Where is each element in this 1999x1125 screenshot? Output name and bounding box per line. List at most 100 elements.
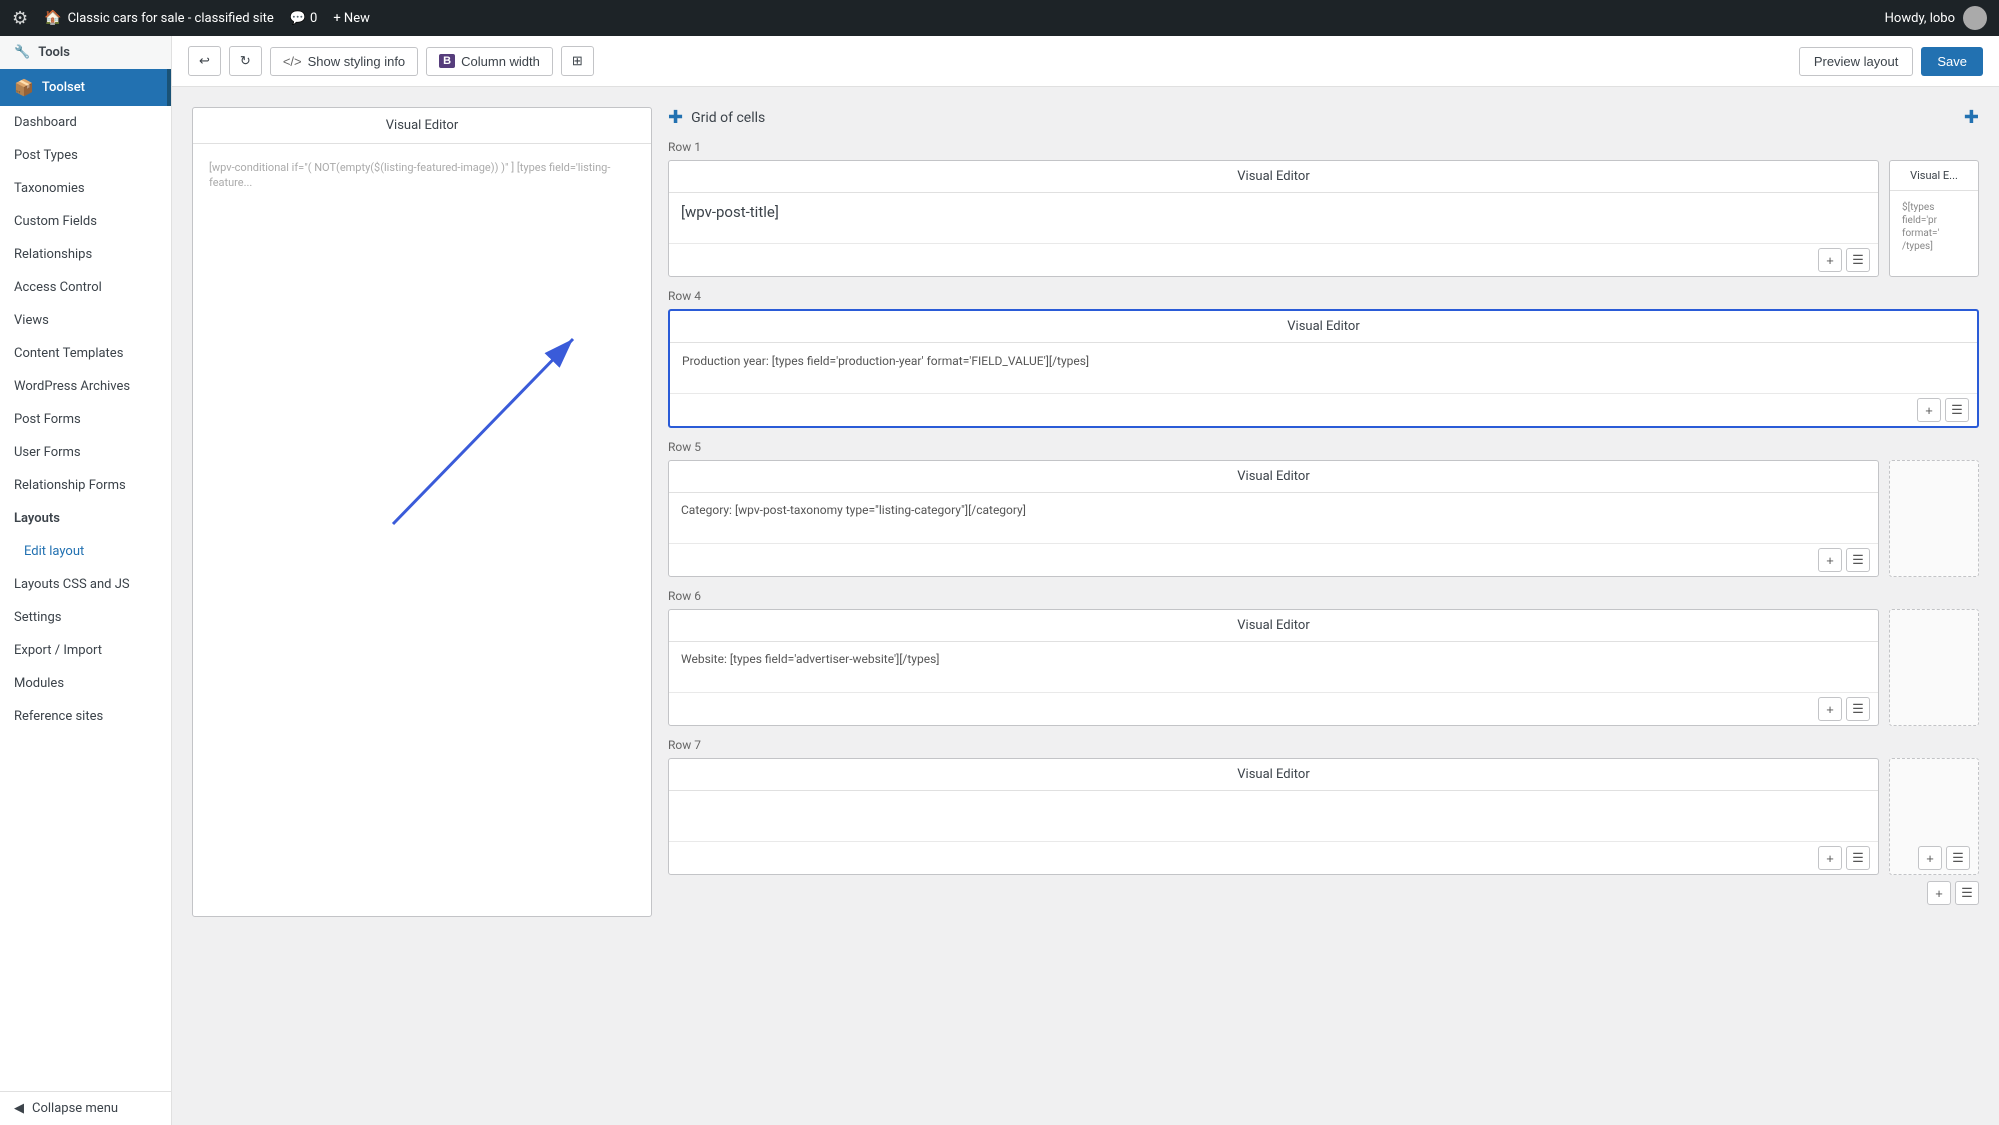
row-5-label: Row 5 bbox=[668, 440, 1979, 454]
grid-title-label: Grid of cells bbox=[691, 110, 765, 126]
row-5-cell-1[interactable]: Visual Editor Category: [wpv-post-taxono… bbox=[668, 460, 1879, 577]
undo-button[interactable]: ↩ bbox=[188, 46, 221, 76]
user-forms-label: User Forms bbox=[14, 445, 81, 460]
row-7-cell-1-add[interactable]: + bbox=[1818, 846, 1842, 870]
row-4-cell-1-menu[interactable]: ☰ bbox=[1945, 398, 1969, 422]
row-7-cell-2-add[interactable]: + bbox=[1918, 846, 1942, 870]
row-7-cell-1-menu[interactable]: ☰ bbox=[1846, 846, 1870, 870]
extra-options-button[interactable]: ⊞ bbox=[561, 46, 594, 76]
left-panel-content: [wpv-conditional if="( NOT(empty($(listi… bbox=[209, 160, 635, 191]
row-1-cell-2-content: $[types field='pr format=' /types] bbox=[1890, 191, 1978, 263]
row-5-cell-1-content: Category: [wpv-post-taxonomy type="listi… bbox=[669, 493, 1878, 543]
styling-info-button[interactable]: </> Show styling info bbox=[270, 47, 418, 76]
row-4-cell-1[interactable]: Visual Editor Production year: [types fi… bbox=[668, 309, 1979, 428]
sidebar-item-taxonomies[interactable]: Taxonomies bbox=[0, 172, 171, 205]
custom-fields-label: Custom Fields bbox=[14, 214, 97, 229]
relationship-forms-label: Relationship Forms bbox=[14, 478, 126, 493]
main-content: ↩ ↻ </> Show styling info B Column width… bbox=[172, 36, 1999, 1125]
row-7-cell-2[interactable]: + ☰ bbox=[1889, 758, 1979, 875]
row-7-cell-2-menu[interactable]: ☰ bbox=[1946, 846, 1970, 870]
sidebar-item-export-import[interactable]: Export / Import bbox=[0, 634, 171, 667]
row-1-cell-2-header: Visual E... bbox=[1890, 161, 1978, 191]
sidebar-item-modules[interactable]: Modules bbox=[0, 667, 171, 700]
sidebar-item-reference-sites[interactable]: Reference sites bbox=[0, 700, 171, 733]
redo-button[interactable]: ↻ bbox=[229, 46, 262, 76]
row-6-cell-1-add[interactable]: + bbox=[1818, 697, 1842, 721]
toolset-label: Toolset bbox=[42, 80, 85, 95]
toolbar-save-group: Preview layout Save bbox=[1799, 47, 1983, 76]
row-1-container: Row 1 Visual Editor [wpv-post-title] + ☰… bbox=[668, 140, 1979, 277]
column-width-label: Column width bbox=[461, 54, 540, 69]
toolset-icon: 📦 bbox=[14, 78, 34, 97]
row-6-cell-1-menu[interactable]: ☰ bbox=[1846, 697, 1870, 721]
row-5-cell-2[interactable] bbox=[1889, 460, 1979, 577]
row-4-cell-1-add[interactable]: + bbox=[1917, 398, 1941, 422]
row-7-cell-1[interactable]: Visual Editor + ☰ bbox=[668, 758, 1879, 875]
row-1-cell-1-add[interactable]: + bbox=[1818, 248, 1842, 272]
add-grid-right-icon[interactable]: ✚ bbox=[1964, 107, 1979, 128]
sidebar-item-user-forms[interactable]: User Forms bbox=[0, 436, 171, 469]
site-name: Classic cars for sale - classified site bbox=[68, 11, 274, 26]
sidebar-item-toolset[interactable]: 📦 Toolset bbox=[0, 69, 171, 106]
sidebar-item-content-templates[interactable]: Content Templates bbox=[0, 337, 171, 370]
grid-title: ✚ Grid of cells bbox=[668, 107, 765, 128]
row-6-cell-1-content: Website: [types field='advertiser-websit… bbox=[669, 642, 1878, 692]
sidebar-item-layouts[interactable]: Layouts bbox=[0, 502, 171, 535]
sidebar-tools-header: 🔧 Tools bbox=[0, 36, 171, 69]
sidebar-item-relationship-forms[interactable]: Relationship Forms bbox=[0, 469, 171, 502]
row-5-cell-1-menu[interactable]: ☰ bbox=[1846, 548, 1870, 572]
comments-link[interactable]: 💬 0 bbox=[290, 11, 318, 26]
settings-label: Settings bbox=[14, 610, 61, 625]
sidebar-item-post-types[interactable]: Post Types bbox=[0, 139, 171, 172]
row-5-cell-1-add[interactable]: + bbox=[1818, 548, 1842, 572]
save-button[interactable]: Save bbox=[1921, 47, 1983, 76]
sidebar-item-custom-fields[interactable]: Custom Fields bbox=[0, 205, 171, 238]
column-width-button[interactable]: B Column width bbox=[426, 47, 553, 76]
add-grid-icon[interactable]: ✚ bbox=[668, 107, 683, 128]
row-4-container: Row 4 Visual Editor Production year: [ty… bbox=[668, 289, 1979, 428]
dashboard-label: Dashboard bbox=[14, 115, 77, 130]
taxonomies-label: Taxonomies bbox=[14, 181, 85, 196]
row-7-cell-1-content bbox=[669, 791, 1878, 841]
row-6-container: Row 6 Visual Editor Website: [types fiel… bbox=[668, 589, 1979, 726]
arrow-overlay bbox=[193, 144, 651, 916]
undo-icon: ↩ bbox=[199, 53, 210, 69]
row-1-cell-1-menu[interactable]: ☰ bbox=[1846, 248, 1870, 272]
row-7-extra-add[interactable]: + bbox=[1927, 881, 1951, 905]
tools-label: Tools bbox=[38, 45, 70, 60]
sidebar-item-edit-layout[interactable]: Edit layout bbox=[0, 535, 171, 568]
admin-bar: ⚙ 🏠 Classic cars for sale - classified s… bbox=[0, 0, 1999, 36]
sidebar-item-post-forms[interactable]: Post Forms bbox=[0, 403, 171, 436]
site-name-link[interactable]: 🏠 Classic cars for sale - classified sit… bbox=[44, 10, 274, 26]
row-1-cell-1-footer: + ☰ bbox=[669, 243, 1878, 276]
sidebar-item-views[interactable]: Views bbox=[0, 304, 171, 337]
row-6-cell-2[interactable] bbox=[1889, 609, 1979, 726]
howdy-label: Howdy, lobo bbox=[1885, 11, 1955, 26]
edit-layout-label: Edit layout bbox=[24, 544, 84, 559]
sidebar-item-wordpress-archives[interactable]: WordPress Archives bbox=[0, 370, 171, 403]
collapse-menu-button[interactable]: ◀ Collapse menu bbox=[0, 1091, 171, 1125]
relationships-label: Relationships bbox=[14, 247, 92, 262]
save-label: Save bbox=[1937, 54, 1967, 69]
new-link[interactable]: + New bbox=[333, 11, 370, 26]
admin-bar-right: Howdy, lobo bbox=[1885, 6, 1987, 30]
export-import-label: Export / Import bbox=[14, 643, 102, 658]
row-7-cells: Visual Editor + ☰ + ☰ bbox=[668, 758, 1979, 875]
toolbar: ↩ ↻ </> Show styling info B Column width… bbox=[172, 36, 1999, 87]
sidebar-item-access-control[interactable]: Access Control bbox=[0, 271, 171, 304]
row-5-container: Row 5 Visual Editor Category: [wpv-post-… bbox=[668, 440, 1979, 577]
row-6-cell-1[interactable]: Visual Editor Website: [types field='adv… bbox=[668, 609, 1879, 726]
row-1-cell-1[interactable]: Visual Editor [wpv-post-title] + ☰ bbox=[668, 160, 1879, 277]
row-1-cell-2[interactable]: Visual E... $[types field='pr format=' /… bbox=[1889, 160, 1979, 277]
row-4-cell-1-header: Visual Editor bbox=[670, 311, 1977, 343]
row-4-cell-1-content: Production year: [types field='productio… bbox=[670, 343, 1977, 393]
row-1-cell-1-header: Visual Editor bbox=[669, 161, 1878, 193]
sidebar-item-dashboard[interactable]: Dashboard bbox=[0, 106, 171, 139]
sidebar-item-layouts-css-js[interactable]: Layouts CSS and JS bbox=[0, 568, 171, 601]
sidebar-item-settings[interactable]: Settings bbox=[0, 601, 171, 634]
row-5-cells: Visual Editor Category: [wpv-post-taxono… bbox=[668, 460, 1979, 577]
preview-layout-button[interactable]: Preview layout bbox=[1799, 47, 1914, 76]
wordpress-logo[interactable]: ⚙ bbox=[12, 8, 28, 29]
row-7-extra-menu[interactable]: ☰ bbox=[1955, 881, 1979, 905]
sidebar-item-relationships[interactable]: Relationships bbox=[0, 238, 171, 271]
